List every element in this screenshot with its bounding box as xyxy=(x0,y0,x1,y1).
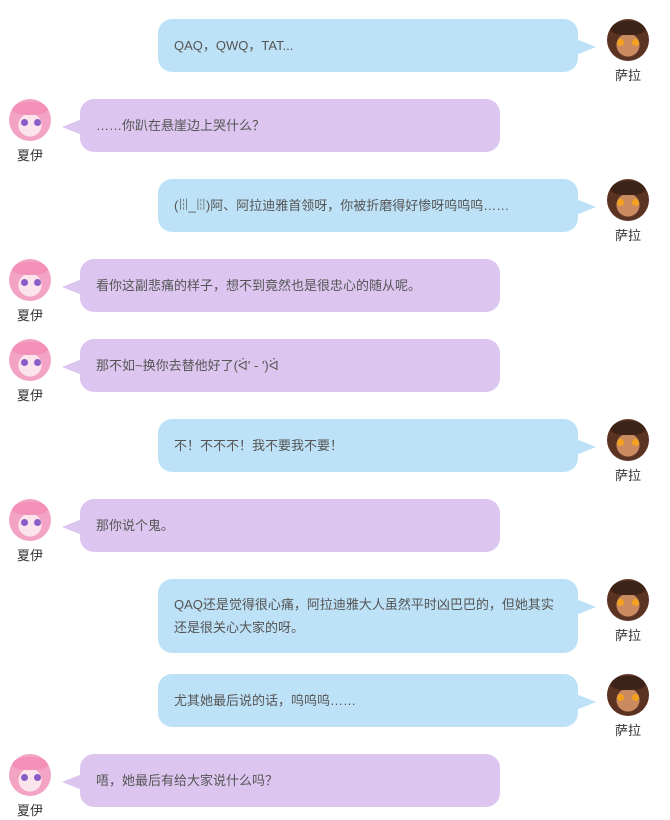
xia-name-label: 夏伊 xyxy=(16,548,43,563)
sara-message-bubble: QAQ，QWQ，TAT... xyxy=(158,19,596,72)
sara-avatar-icon xyxy=(607,19,649,61)
sara-avatar-icon xyxy=(607,579,649,621)
xia-avatar-icon xyxy=(9,499,51,541)
xia-avatar-block: 夏伊 xyxy=(5,99,55,163)
sara-name-label: 萨拉 xyxy=(614,628,641,643)
sara-name-label: 萨拉 xyxy=(614,68,641,83)
xia-message-bubble: ……你趴在悬崖边上哭什么？ xyxy=(62,99,500,152)
xia-message-bubble: 看你这副悲痛的样子，想不到竟然也是很忠心的随从呢。 xyxy=(62,259,500,312)
xia-name-label: 夏伊 xyxy=(16,148,43,163)
sara-message-bubble: 不！不不不！我不要我不要！ xyxy=(158,419,596,472)
sara-avatar-icon xyxy=(607,419,649,461)
xia-avatar-block: 夏伊 xyxy=(5,754,55,818)
sara-avatar-block: 萨拉 xyxy=(603,419,653,483)
xia-avatar-icon xyxy=(9,99,51,141)
sara-name-label: 萨拉 xyxy=(614,468,641,483)
sara-avatar-icon xyxy=(607,179,649,221)
sara-message-bubble: 尤其她最后说的话，呜呜呜…… xyxy=(158,674,596,727)
xia-avatar-icon xyxy=(9,754,51,796)
sara-name-label: 萨拉 xyxy=(614,228,641,243)
xia-avatar-block: 夏伊 xyxy=(5,339,55,403)
xia-name-label: 夏伊 xyxy=(16,803,43,818)
sara-message-bubble: QAQ还是觉得很心痛，阿拉迪雅大人虽然平时凶巴巴的，但她其实还是很关心大家的呀。 xyxy=(158,579,596,653)
sara-avatar-block: 萨拉 xyxy=(603,579,653,643)
xia-avatar-icon xyxy=(9,339,51,381)
xia-message-bubble: 那不如~换你去替他好了(ᐛ' - ')ᐛ xyxy=(62,339,500,392)
xia-message-bubble: 唔，她最后有给大家说什么吗？ xyxy=(62,754,500,807)
sara-message-bubble: (ꈨ_ꈨ)阿、阿拉迪雅首领呀，你被折磨得好惨呀呜呜呜…… xyxy=(158,179,596,232)
sara-avatar-block: 萨拉 xyxy=(603,674,653,738)
xia-avatar-icon xyxy=(9,259,51,301)
sara-avatar-icon xyxy=(607,674,649,716)
xia-name-label: 夏伊 xyxy=(16,388,43,403)
xia-avatar-block: 夏伊 xyxy=(5,499,55,563)
sara-avatar-block: 萨拉 xyxy=(603,19,653,83)
xia-avatar-block: 夏伊 xyxy=(5,259,55,323)
sara-avatar-block: 萨拉 xyxy=(603,179,653,243)
xia-message-bubble: 那你说个鬼。 xyxy=(62,499,500,552)
sara-name-label: 萨拉 xyxy=(614,723,641,738)
xia-name-label: 夏伊 xyxy=(16,308,43,323)
